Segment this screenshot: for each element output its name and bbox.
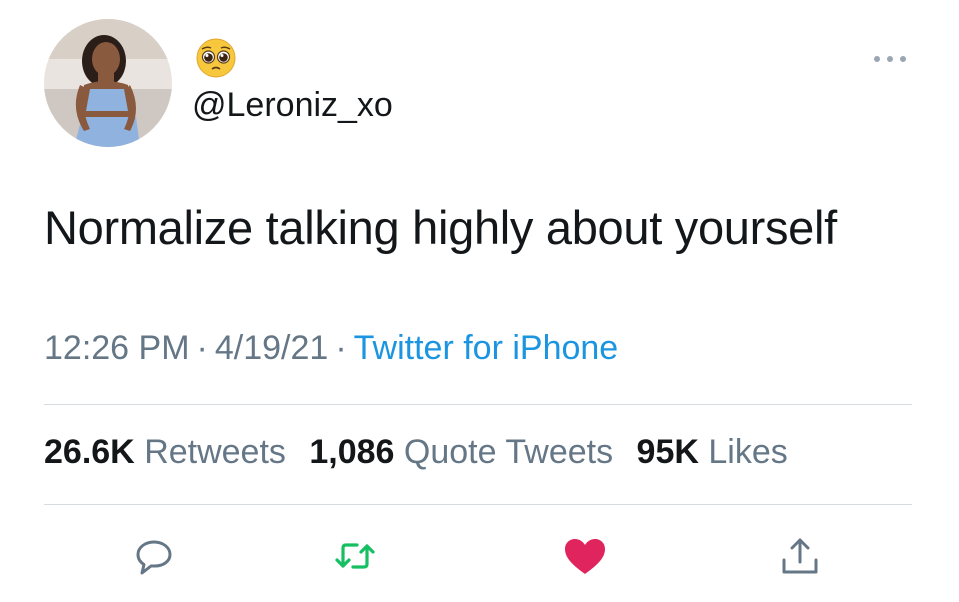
heart-icon bbox=[565, 539, 605, 574]
tweet-text: Normalize talking highly about yourself bbox=[44, 201, 837, 254]
quote-tweets-label: Quote Tweets bbox=[403, 433, 614, 471]
pleading-face-emoji-icon bbox=[196, 38, 236, 78]
tweet-metadata: 12:26 PM · 4/19/21 · Twitter for iPhone bbox=[44, 329, 618, 368]
meta-separator: · bbox=[196, 329, 208, 367]
retweets-count: 26.6K bbox=[44, 433, 135, 471]
more-options-icon[interactable] bbox=[869, 50, 911, 68]
tweet-date[interactable]: 4/19/21 bbox=[215, 329, 328, 367]
divider bbox=[44, 404, 912, 405]
quote-tweets-stat[interactable]: 1,086 Quote Tweets bbox=[309, 433, 613, 471]
tweet: @Leroniz_xo Normalize talking highly abo… bbox=[0, 0, 959, 602]
likes-count: 95K bbox=[636, 433, 699, 471]
avatar[interactable] bbox=[44, 19, 172, 147]
share-button[interactable] bbox=[776, 532, 824, 580]
retweets-label: Retweets bbox=[144, 433, 286, 471]
reply-button[interactable] bbox=[130, 532, 178, 580]
likes-stat[interactable]: 95K Likes bbox=[637, 433, 788, 471]
likes-label: Likes bbox=[708, 433, 788, 471]
share-icon bbox=[782, 538, 818, 574]
tweet-source-link[interactable]: Twitter for iPhone bbox=[354, 329, 619, 367]
tweet-stats: 26.6K Retweets 1,086 Quote Tweets 95K Li… bbox=[44, 433, 802, 472]
retweet-button[interactable] bbox=[331, 532, 379, 580]
retweets-stat[interactable]: 26.6K Retweets bbox=[44, 433, 286, 471]
tweet-time[interactable]: 12:26 PM bbox=[44, 329, 190, 367]
quote-tweets-count: 1,086 bbox=[309, 433, 395, 471]
comment-icon bbox=[136, 540, 172, 575]
retweet-icon bbox=[335, 543, 375, 569]
divider bbox=[44, 504, 912, 505]
user-handle[interactable]: @Leroniz_xo bbox=[192, 86, 393, 125]
like-button[interactable] bbox=[561, 532, 609, 580]
meta-separator: · bbox=[335, 329, 347, 367]
